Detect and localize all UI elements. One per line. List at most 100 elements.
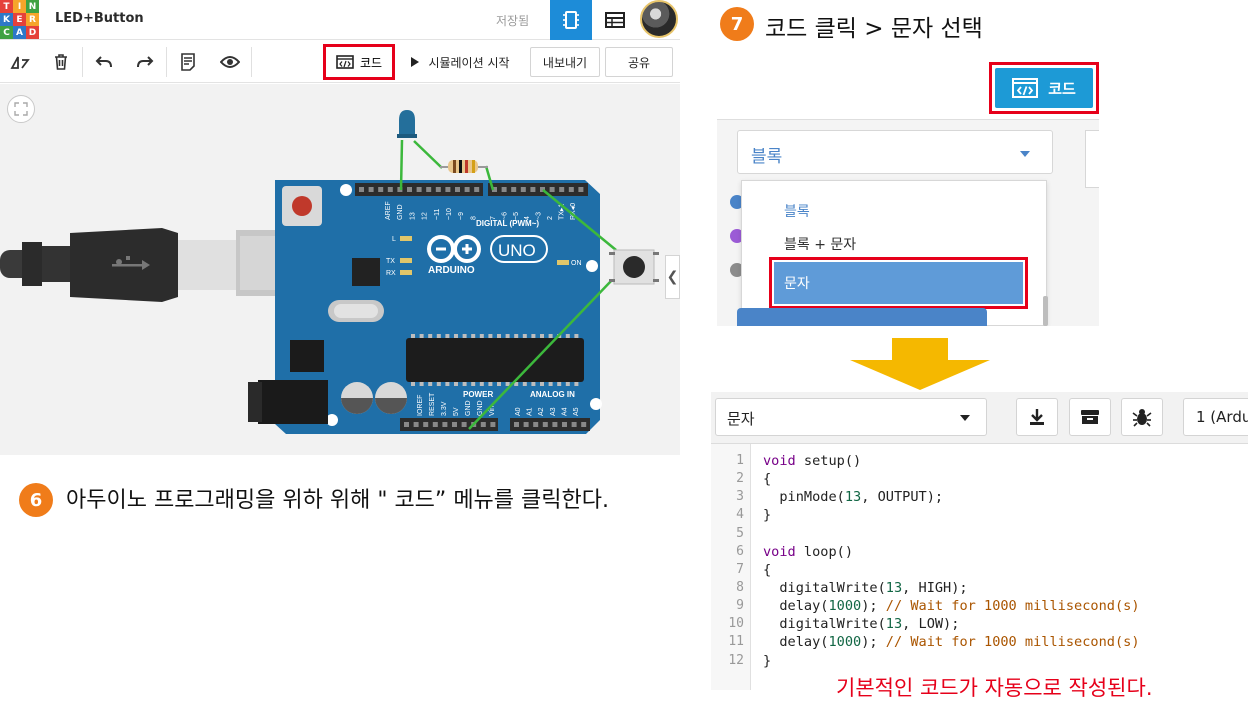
code-line: delay(1000); // Wait for 1000 millisecon… [763,634,1140,650]
code-area[interactable]: void setup() { pinMode(13, OUTPUT); } vo… [711,444,1248,690]
resistor[interactable] [440,160,488,173]
pin-label: 3.3V [441,401,448,416]
logo-letter: E [13,13,26,26]
pin-label: ~5 [513,212,520,220]
power-header-label: POWER [463,390,493,399]
pin-label: A4 [561,407,568,416]
pin-label: ~3 [536,212,543,220]
code-mode-dropdown: 블록 블록 + 문자 문자 [741,180,1047,326]
pin-label: GND [397,204,404,220]
editor-toolbar: 코드 시뮬레이션 시작 내보내기 공유 [0,41,680,83]
pin-label: IOREF [417,395,424,416]
code-line: void setup() [763,453,862,469]
logo-letter: I [13,0,26,13]
share-label: 공유 [627,55,651,70]
export-button[interactable]: 내보내기 [530,47,600,77]
board-model-text: UNO [498,241,536,260]
analog-header-label: ANALOG IN [530,390,575,399]
logo-letter: R [26,13,39,26]
pin-label: ~6 [501,212,508,220]
tinkercad-logo[interactable]: TINKERCAD [0,0,39,39]
redo-icon [137,56,154,68]
code-icon [336,55,354,69]
project-title[interactable]: LED+Button [55,11,144,26]
l-led-label: L [392,236,396,243]
share-button[interactable]: 공유 [605,47,673,77]
dropdown-option-blocks-text[interactable]: 블록 + 문자 [784,234,856,254]
usb-cable[interactable] [0,228,320,302]
code-button-label: 코드 [1048,79,1076,98]
pin-label: RESET [429,392,436,416]
component-list-button[interactable] [594,0,636,40]
scrollbar[interactable] [1043,296,1048,326]
pin-label: 8 [470,216,477,220]
saved-status: 저장됨 [496,14,530,28]
debugger-button[interactable] [1121,398,1163,436]
bug-icon [1132,409,1152,427]
code-line: } [763,653,772,669]
notes-icon [181,53,195,71]
circuit-diagram: UNO ARDUINO DIGITAL (PWM~) POWER ANALOG … [0,110,659,434]
code-mode-select[interactable]: 문자 [715,398,987,436]
dropdown-option-text: 문자 [774,262,1023,304]
logo-letter: N [26,0,39,13]
arduino-uno-board[interactable]: UNO ARDUINO DIGITAL (PWM~) POWER ANALOG … [248,180,602,434]
pin-label: ~10 [446,208,453,220]
code-line: pinMode(13, OUTPUT); [763,489,944,505]
down-arrow-icon [850,338,990,390]
notes-button[interactable] [174,49,202,75]
push-button[interactable] [609,249,659,285]
redo-button[interactable] [131,49,159,75]
text-code-editor: 문자 1 (Ardu 1 2 3 4 5 6 7 8 9 10 11 12 void setup() … [711,392,1248,690]
undo-button[interactable] [90,49,118,75]
pin-label: AREF [385,201,392,220]
code-line: { [763,562,772,578]
table-icon [605,12,625,28]
panel-collapse-handle[interactable]: ❮ [665,255,680,299]
chip-icon [563,11,579,29]
code-button[interactable]: 코드 [323,44,395,80]
archive-icon [1081,410,1099,424]
pin-label: 7 [490,216,497,220]
chevron-down-icon [960,415,970,421]
pin-label: ~11 [434,209,441,220]
toolbar-divider [82,47,83,77]
undo-icon [95,56,112,68]
pin-label: A5 [573,407,580,416]
rotate-button[interactable] [6,49,34,75]
code-mode-select[interactable]: 블록 [737,130,1053,174]
visibility-button[interactable] [216,49,244,75]
download-button[interactable] [1016,398,1058,436]
trash-icon [55,54,67,70]
circuit-view-button[interactable] [550,0,592,40]
pin-label: 4 [524,216,531,220]
library-button[interactable] [1069,398,1111,436]
code-line: digitalWrite(13, LOW); [763,616,960,632]
code-line: delay(1000); // Wait for 1000 millisecon… [763,598,1140,614]
code-line: digitalWrite(13, HIGH); [763,580,968,596]
play-icon [411,57,420,67]
code-button-highlighted[interactable]: 코드 [989,62,1099,114]
rotate-icon [10,56,30,69]
export-label: 내보내기 [542,55,588,70]
arduino-select-value: 1 (Ardu [1196,408,1248,426]
pin-label: A3 [550,407,557,416]
rx-led-label: RX [386,270,396,277]
logo-letter: K [0,13,13,26]
delete-button[interactable] [47,49,75,75]
user-avatar[interactable] [640,0,678,38]
pin-label: A0 [515,407,522,416]
dropdown-option-blocks[interactable]: 블록 [784,201,810,221]
start-simulation-button[interactable]: 시뮬레이션 시작 [402,47,518,77]
logo-letter: A [13,26,26,39]
pin-label: GND [465,400,472,416]
dropdown-option-text-highlighted[interactable]: 문자 [769,257,1028,309]
toolbar-edge [1085,130,1099,188]
download-icon [1030,409,1044,425]
blue-led[interactable] [397,110,417,138]
code-editor-toolbar: 문자 1 (Ardu [711,392,1248,444]
eye-icon [220,56,240,68]
code-mode-value: 문자 [727,410,755,428]
tx-led-label: TX [386,258,395,265]
arduino-select[interactable]: 1 (Ardu [1183,398,1248,436]
